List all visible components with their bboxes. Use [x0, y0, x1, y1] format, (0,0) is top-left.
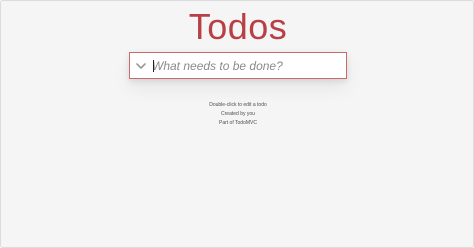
chevron-down-icon	[136, 63, 146, 69]
todomvc-link-text: Part of TodoMVC	[1, 120, 474, 129]
toggle-all-button[interactable]	[134, 57, 148, 74]
text-cursor	[153, 60, 154, 72]
todomvc-link[interactable]: Part of TodoMVC	[219, 120, 257, 126]
info-footer: Double-click to edit a todo Created by y…	[1, 102, 474, 129]
new-todo-input[interactable]	[152, 53, 344, 78]
credit-text: Created by you	[221, 111, 255, 117]
app-title: Todos	[188, 6, 288, 47]
new-todo-container	[129, 52, 347, 79]
edit-hint-text: Double-click to edit a todo	[209, 102, 267, 108]
app-viewport: Todos Double-click to edit a todo Create…	[0, 0, 474, 248]
